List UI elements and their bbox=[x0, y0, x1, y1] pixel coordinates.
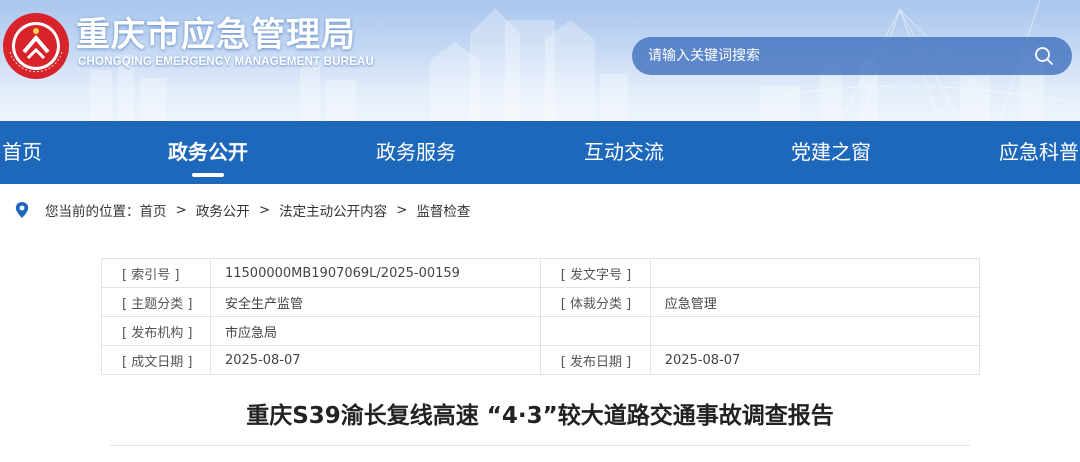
title-divider bbox=[110, 445, 970, 446]
meta-label-document-number: [ 发文字号 ] bbox=[539, 258, 651, 288]
meta-value-document-number bbox=[649, 258, 981, 288]
document-meta-table: [ 索引号 ] 11500000MB1907069L/2025-00159 [ … bbox=[101, 258, 981, 375]
main-nav: 首页 政务公开 政务服务 互动交流 党建之窗 应急科普 bbox=[0, 121, 1080, 184]
breadcrumb-statutory-disclosure[interactable]: 法定主动公开内容 bbox=[279, 200, 387, 220]
table-row: [ 发布机构 ] 市应急局 bbox=[101, 316, 981, 346]
meta-value-empty bbox=[649, 316, 981, 346]
meta-value-genre-category: 应急管理 bbox=[649, 287, 981, 317]
meta-label-topic-category: [ 主题分类 ] bbox=[101, 287, 211, 317]
article-title: 重庆S39渝长复线高速 “4·3”较大道路交通事故调查报告 bbox=[246, 403, 834, 429]
nav-item-home[interactable]: 首页 bbox=[2, 121, 42, 184]
meta-label-index-number: [ 索引号 ] bbox=[101, 258, 211, 288]
nav-item-party-building[interactable]: 党建之窗 bbox=[791, 121, 871, 184]
site-header: 重庆市应急管理局 CHONGQING EMERGENCY MANAGEMENT … bbox=[0, 0, 1080, 121]
nav-item-gov-services[interactable]: 政务服务 bbox=[376, 121, 456, 184]
table-row: [ 主题分类 ] 安全生产监管 [ 体裁分类 ] 应急管理 bbox=[101, 287, 981, 317]
meta-value-index-number: 11500000MB1907069L/2025-00159 bbox=[209, 258, 541, 288]
meta-value-topic-category: 安全生产监管 bbox=[209, 287, 541, 317]
site-subtitle: CHONGQING EMERGENCY MANAGEMENT BUREAU bbox=[78, 56, 374, 68]
breadcrumb-separator: > bbox=[258, 202, 271, 218]
search-box bbox=[632, 37, 1072, 75]
nav-active-indicator bbox=[192, 173, 224, 177]
breadcrumb-separator: > bbox=[175, 202, 187, 218]
meta-value-publish-date: 2025-08-07 bbox=[649, 345, 981, 375]
site-title: 重庆市应急管理局 bbox=[76, 15, 356, 55]
breadcrumb-separator: > bbox=[396, 202, 408, 218]
table-row: [ 索引号 ] 11500000MB1907069L/2025-00159 [ … bbox=[101, 258, 981, 288]
breadcrumb-prefix: 您当前的位置： bbox=[45, 204, 140, 220]
meta-label-written-date: [ 成文日期 ] bbox=[101, 345, 211, 375]
breadcrumb: 您当前的位置： 首页 > 政务公开 > 法定主动公开内容 > 监督检查 bbox=[14, 199, 470, 221]
table-row: [ 成文日期 ] 2025-08-07 [ 发布日期 ] 2025-08-07 bbox=[101, 345, 981, 375]
breadcrumb-supervision-inspection[interactable]: 监督检查 bbox=[416, 200, 470, 220]
search-icon[interactable] bbox=[1034, 46, 1054, 66]
breadcrumb-home[interactable]: 首页 bbox=[140, 200, 167, 220]
nav-item-interaction[interactable]: 互动交流 bbox=[584, 121, 664, 184]
location-pin-icon bbox=[15, 202, 29, 218]
emergency-management-logo-icon bbox=[3, 13, 69, 79]
meta-label-empty bbox=[539, 316, 651, 346]
meta-label-publish-date: [ 发布日期 ] bbox=[539, 345, 651, 375]
meta-label-publishing-agency: [ 发布机构 ] bbox=[101, 316, 211, 346]
search-input[interactable] bbox=[648, 37, 1018, 75]
nav-item-emergency-science[interactable]: 应急科普 bbox=[999, 121, 1079, 184]
meta-label-genre-category: [ 体裁分类 ] bbox=[539, 287, 651, 317]
meta-value-publishing-agency: 市应急局 bbox=[209, 316, 541, 346]
breadcrumb-gov-affairs[interactable]: 政务公开 bbox=[196, 200, 250, 220]
meta-value-written-date: 2025-08-07 bbox=[209, 345, 541, 375]
